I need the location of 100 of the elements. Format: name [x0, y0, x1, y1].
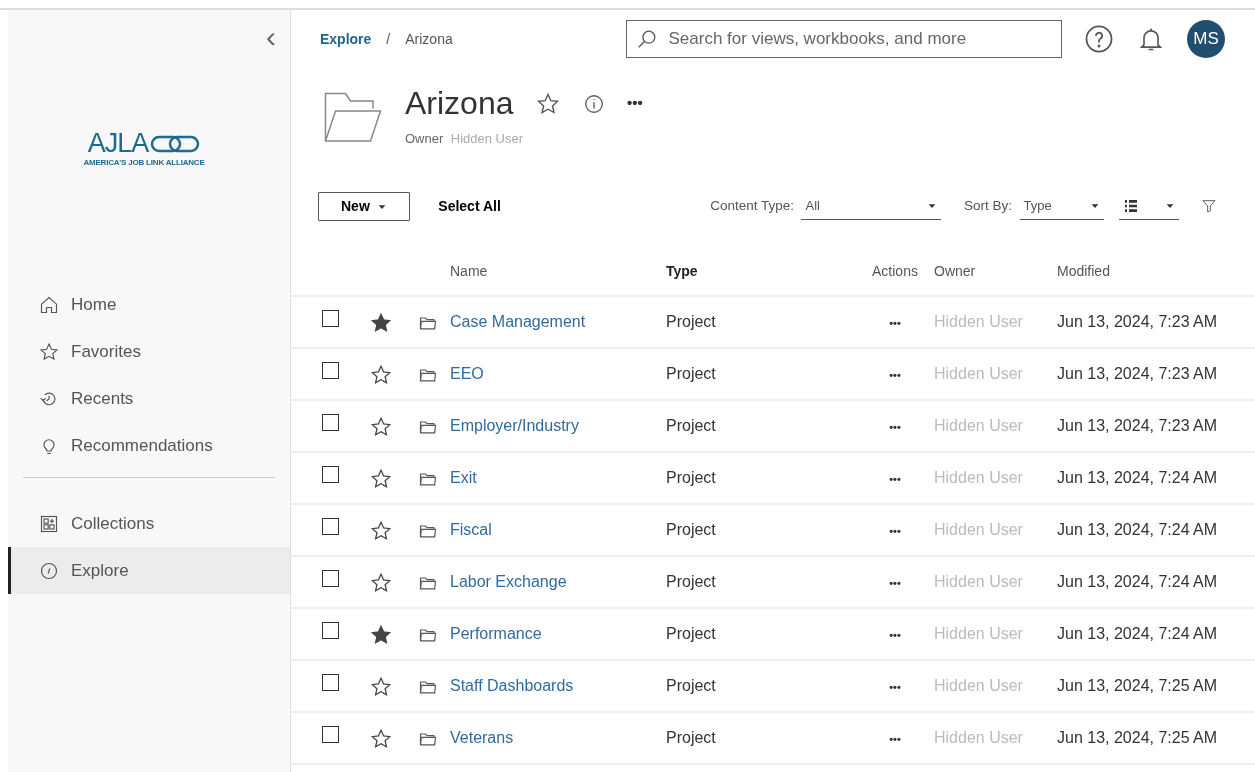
project-link[interactable]: Employer/Industry [450, 417, 579, 435]
project-link[interactable]: Veterans [450, 729, 514, 747]
table-cell: Project [666, 417, 716, 435]
logo-tagline: AMERICA'S JOB LINK ALLIANCE [83, 157, 205, 169]
project-title: Arizona [405, 86, 514, 122]
table-cell: Jun 13, 2024, 7:23 AM [1057, 417, 1218, 435]
help-icon[interactable] [1084, 24, 1114, 54]
row-actions-button[interactable]: ••• [889, 681, 901, 694]
table-cell: Hidden User [934, 313, 1023, 331]
table-cell: Jun 13, 2024, 7:24 AM [1057, 573, 1218, 591]
sidebar-item[interactable]: Collections [8, 500, 290, 547]
row-checkbox[interactable] [321, 466, 339, 484]
table-cell: Hidden User [934, 573, 1023, 591]
info-icon[interactable] [582, 92, 605, 115]
row-checkbox[interactable] [321, 674, 339, 692]
filter-icon[interactable] [1201, 198, 1217, 215]
project-link[interactable]: Labor Exchange [450, 573, 567, 591]
table-cell: Jun 13, 2024, 7:23 AM [1057, 313, 1218, 331]
column-header[interactable]: Type [666, 263, 698, 280]
row-checkbox[interactable] [321, 518, 339, 536]
project-link[interactable]: Performance [450, 625, 542, 643]
row-checkbox[interactable] [321, 310, 339, 328]
row-checkbox[interactable] [321, 622, 339, 640]
list-view-icon [1122, 197, 1139, 214]
owner-name: Hidden User [450, 129, 524, 148]
chain-link-icon [150, 133, 201, 154]
sidebar-item[interactable]: Recents [8, 375, 290, 422]
compass-icon [39, 560, 59, 581]
table-cell: Jun 13, 2024, 7:24 AM [1057, 625, 1218, 643]
search-field[interactable]: Search for views, workbooks, and more [625, 20, 1062, 58]
row-actions-button[interactable]: ••• [889, 473, 901, 486]
star-icon[interactable] [370, 623, 392, 646]
sidebar-item[interactable]: Home [8, 281, 290, 328]
row-checkbox[interactable] [321, 414, 339, 432]
table-cell: Hidden User [934, 365, 1023, 383]
star-icon[interactable] [370, 571, 392, 594]
breadcrumb-separator: / [386, 29, 391, 49]
column-header[interactable]: Name [450, 263, 488, 280]
table-cell: Hidden User [934, 521, 1023, 539]
table-cell: Project [666, 625, 716, 643]
row-actions-button[interactable]: ••• [889, 733, 901, 746]
column-header[interactable]: Modified [1057, 263, 1110, 280]
table-cell: Project [666, 521, 716, 539]
column-header[interactable]: Actions [872, 263, 918, 280]
row-actions-button[interactable]: ••• [889, 369, 901, 382]
star-icon[interactable] [370, 467, 392, 490]
project-link[interactable]: Fiscal [450, 521, 492, 539]
table-cell: Project [666, 313, 716, 331]
table-cell: Hidden User [934, 677, 1023, 695]
table-cell: Hidden User [934, 625, 1023, 643]
sidebar-item[interactable]: Recommendations [8, 422, 290, 469]
home-icon [39, 294, 59, 315]
project-link[interactable]: Case Management [450, 313, 586, 331]
project-link[interactable]: Exit [450, 469, 477, 487]
project-link[interactable]: Staff Dashboards [450, 677, 574, 695]
star-icon[interactable] [370, 415, 392, 438]
content-type-label: Content Type: [710, 197, 794, 216]
breadcrumb-current: Arizona [405, 29, 453, 49]
collapse-button[interactable]: ‹ [266, 22, 276, 52]
collections-icon [39, 513, 59, 534]
sidebar-item[interactable]: Explore [8, 547, 290, 594]
table-cell: Project [666, 365, 716, 383]
sort-dropdown[interactable]: Type [1019, 192, 1104, 221]
row-checkbox[interactable] [321, 362, 339, 380]
table-cell: Project [666, 573, 716, 591]
row-actions-button[interactable]: ••• [889, 421, 901, 434]
star-icon[interactable] [370, 727, 392, 750]
table-cell: Hidden User [934, 417, 1023, 435]
table-cell: Jun 13, 2024, 7:25 AM [1057, 729, 1218, 747]
star-icon[interactable] [370, 675, 392, 698]
breadcrumb-link[interactable]: Explore [320, 28, 372, 50]
row-actions-button[interactable]: ••• [889, 577, 901, 590]
table-cell: Project [666, 729, 716, 747]
star-icon[interactable] [536, 91, 560, 116]
owner-label: Owner [405, 129, 444, 148]
table-cell: Hidden User [934, 469, 1023, 487]
project-link[interactable]: EEO [450, 365, 484, 383]
table-cell: Hidden User [934, 729, 1023, 747]
content-type-dropdown[interactable]: All [801, 192, 942, 221]
column-header[interactable]: Owner [934, 263, 976, 280]
row-actions-button[interactable]: ••• [889, 525, 901, 538]
row-checkbox[interactable] [321, 726, 339, 744]
row-actions-button[interactable]: ••• [889, 629, 901, 642]
table-cell: Jun 13, 2024, 7:23 AM [1057, 365, 1218, 383]
more-actions-button[interactable]: ••• [627, 92, 643, 115]
table-cell: Project [666, 469, 716, 487]
logo-wordmark: AJLA [87, 130, 149, 157]
star-icon[interactable] [370, 311, 392, 334]
row-checkbox[interactable] [321, 570, 339, 588]
star-icon[interactable] [370, 363, 392, 386]
table-cell: Jun 13, 2024, 7:25 AM [1057, 677, 1218, 695]
star-icon [39, 341, 59, 362]
row-actions-button[interactable]: ••• [889, 317, 901, 330]
sort-by-label: Sort By: [964, 197, 1012, 216]
user-avatar[interactable]: MS [1187, 20, 1225, 58]
table-cell: Jun 13, 2024, 7:24 AM [1057, 521, 1218, 539]
star-icon[interactable] [370, 519, 392, 542]
sidebar-item[interactable]: Favorites [8, 328, 290, 375]
new-button[interactable]: New [318, 191, 411, 221]
select-all-button[interactable]: Select All [438, 195, 501, 217]
